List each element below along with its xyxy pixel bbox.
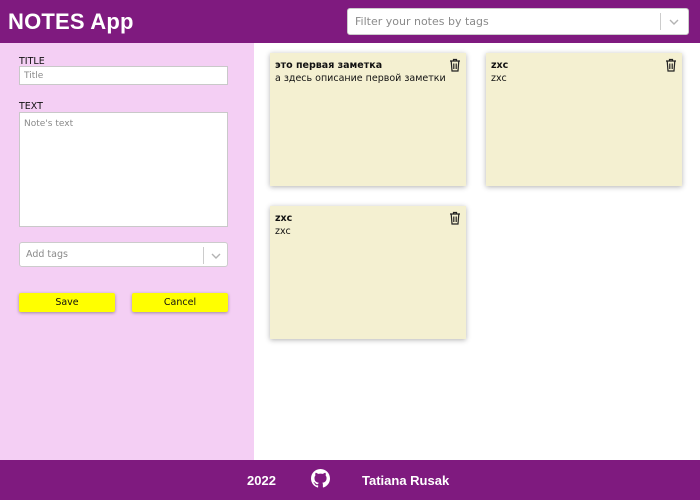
chevron-down-icon[interactable]: [206, 247, 226, 265]
note-card[interactable]: zxc zxc: [270, 206, 466, 339]
app-header: NOTES App: [0, 0, 700, 43]
app-title: NOTES App: [8, 9, 134, 34]
note-card[interactable]: это первая заметка а здесь описание перв…: [270, 53, 466, 186]
trash-icon[interactable]: [449, 211, 461, 225]
note-text: zxc: [275, 226, 291, 237]
trash-icon[interactable]: [449, 58, 461, 72]
note-title: zxc: [491, 60, 509, 71]
note-title: это первая заметка: [275, 60, 383, 71]
footer-author: Tatiana Rusak: [362, 473, 450, 488]
save-button[interactable]: Save: [19, 293, 115, 312]
text-label: TEXT: [19, 101, 43, 112]
trash-icon[interactable]: [665, 58, 677, 72]
github-icon[interactable]: [311, 469, 330, 488]
select-separator: [660, 13, 661, 30]
app-footer: 2022 Tatiana Rusak: [0, 460, 700, 500]
title-input[interactable]: [19, 66, 228, 85]
tags-input[interactable]: [26, 249, 196, 260]
note-title: zxc: [275, 213, 293, 224]
note-text: а здесь описание первой заметки: [275, 73, 446, 84]
footer-year: 2022: [247, 473, 276, 488]
tags-select[interactable]: [19, 242, 228, 267]
tag-filter-select[interactable]: [347, 8, 689, 35]
tag-filter-input[interactable]: [355, 15, 645, 28]
select-separator: [203, 247, 204, 264]
note-text: zxc: [491, 73, 507, 84]
cancel-button[interactable]: Cancel: [132, 293, 228, 312]
note-text-input[interactable]: [19, 112, 228, 227]
note-card[interactable]: zxc zxc: [486, 53, 682, 186]
chevron-down-icon[interactable]: [664, 13, 684, 31]
